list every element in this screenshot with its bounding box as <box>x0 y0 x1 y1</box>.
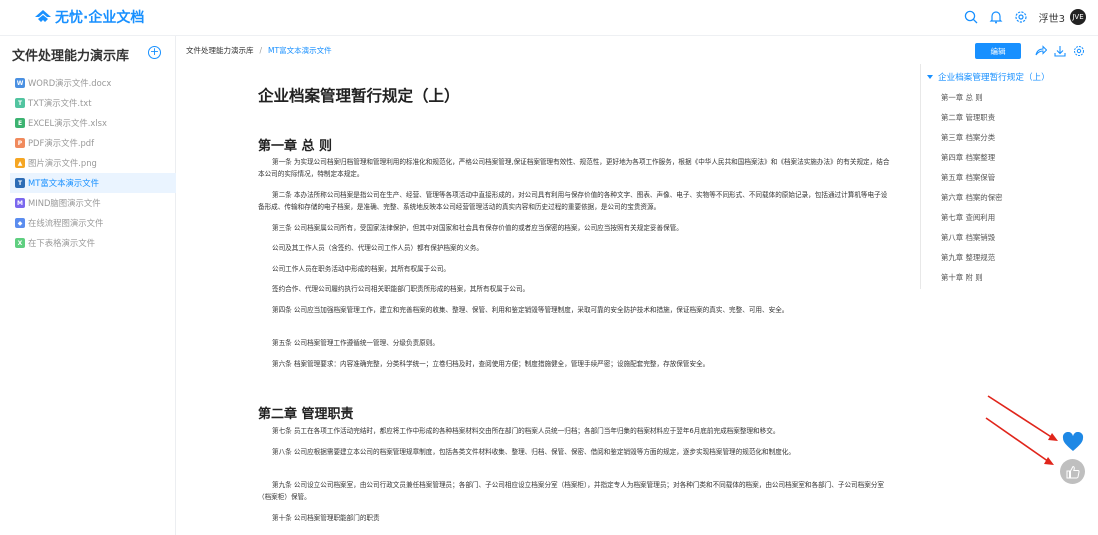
file-type-icon: ◆ <box>15 218 25 228</box>
logo-text: 无忧·企业文档 <box>55 10 145 26</box>
sidebar-file-label: MIND脑图演示文件 <box>28 198 101 208</box>
breadcrumb-separator: / <box>259 46 263 55</box>
toc-title[interactable]: 企业档案管理暂行规定（上） <box>927 71 1050 83</box>
toc-item[interactable]: 第二章 管理职责 <box>941 112 1002 132</box>
document-title: 企业档案管理暂行规定（上） <box>258 87 460 105</box>
annotation-arrows <box>980 392 1060 476</box>
file-type-icon: M <box>15 198 25 208</box>
paragraph: 第一条 为实现公司档案归档管理和管理利用的标准化和规范化，严格公司档案管理,保证… <box>258 158 890 178</box>
paragraph: 第十条 公司档案管理职能部门的职责 <box>272 514 380 522</box>
sidebar: 文件处理能力演示库 + W WORD演示文件.docx T TXT演示文件.txt E E… <box>0 36 176 535</box>
breadcrumb-current: MT富文本演示文件 <box>268 46 332 55</box>
sidebar-file-item[interactable]: T TXT演示文件.txt <box>10 93 176 113</box>
paragraph: 第三条 公司档案属公司所有，受国家法律保护，但其中对国家和社会具有保存价值的或者… <box>272 224 683 232</box>
paragraph: 公司工作人员在职务活动中形成的档案，其所有权属于公司。 <box>272 265 451 273</box>
toc-item[interactable]: 第十章 附 则 <box>941 272 1002 292</box>
file-list: W WORD演示文件.docx T TXT演示文件.txt E EXCEL演示文件.xls… <box>10 73 176 253</box>
top-bar: 无忧·企业文档 浮世3 JVE <box>0 0 1098 36</box>
sidebar-file-label: 图片演示文件.png <box>28 158 97 168</box>
sidebar-file-label: MT富文本演示文件 <box>28 178 99 188</box>
toc-item[interactable]: 第九章 整理规范 <box>941 252 1002 272</box>
bell-icon[interactable] <box>988 9 1004 25</box>
toc-title-text: 企业档案管理暂行规定（上） <box>938 73 1050 83</box>
toc-item[interactable]: 第七章 查阅利用 <box>941 212 1002 232</box>
paragraph: 签约合作、代理公司履约执行公司相关职能部门职责所形成的档案，其所有权属于公司。 <box>272 285 530 293</box>
chapter-heading: 第二章 管理职责 <box>258 407 354 422</box>
toc-item[interactable]: 第一章 总 则 <box>941 92 1002 112</box>
sidebar-file-item[interactable]: P PDF演示文件.pdf <box>10 133 176 153</box>
toc-list: 第一章 总 则第二章 管理职责 第三章 档案分类 第四章 档案整理 第五章 档案保管第… <box>941 92 1002 292</box>
toc-item[interactable]: 第五章 档案保管 <box>941 172 1002 192</box>
sidebar-file-item[interactable]: ◆ 在线流程图演示文件 <box>10 213 176 233</box>
sidebar-file-label: EXCEL演示文件.xlsx <box>28 118 107 128</box>
sidebar-file-item[interactable]: T MT富文本演示文件 <box>10 173 176 193</box>
breadcrumb: 文件处理能力演示库 / MT富文本演示文件 <box>186 45 332 56</box>
logo[interactable]: 无忧·企业文档 <box>34 6 144 28</box>
library-title: 文件处理能力演示库 <box>12 49 130 64</box>
settings-icon[interactable] <box>1013 9 1029 25</box>
file-type-icon: T <box>15 98 25 108</box>
add-file-button[interactable]: + <box>148 46 161 59</box>
sidebar-file-item[interactable]: X 在下表格演示文件 <box>10 233 176 253</box>
heart-icon[interactable] <box>1062 431 1084 452</box>
paragraph: 第五条 公司档案管理工作遵循统一管理、分级负责原则。 <box>272 339 439 347</box>
file-type-icon: E <box>15 118 25 128</box>
paragraph: 第九条 公司设立公司档案室，由公司行政文员兼任档案管理员；各部门、子公司相应设立… <box>258 481 885 501</box>
username[interactable]: 浮世3 <box>1039 10 1065 25</box>
sidebar-file-label: TXT演示文件.txt <box>28 98 92 108</box>
file-type-icon: ▲ <box>15 158 25 168</box>
paragraph: 第八条 公司应根据需要建立本公司的档案管理规章制度，包括各类文件材料收集、整理、… <box>272 448 795 456</box>
sidebar-file-label: WORD演示文件.docx <box>28 78 112 88</box>
paragraph: 第二条 本办法所称公司档案是指公司在生产、经营、管理等各项活动中直接形成的，对公… <box>258 191 888 211</box>
file-type-icon: T <box>15 178 25 188</box>
toc-item[interactable]: 第六章 档案的保密 <box>941 192 1002 212</box>
edit-button[interactable]: 编辑 <box>975 43 1021 59</box>
sidebar-file-item[interactable]: W WORD演示文件.docx <box>10 73 176 93</box>
sidebar-file-item[interactable]: M MIND脑图演示文件 <box>10 193 176 213</box>
caret-down-icon <box>927 75 933 79</box>
sidebar-file-item[interactable]: E EXCEL演示文件.xlsx <box>10 113 176 133</box>
chapter-heading: 第一章 总 则 <box>258 139 333 154</box>
avatar[interactable]: JVE <box>1070 9 1086 25</box>
toc-item[interactable]: 第四章 档案整理 <box>941 152 1002 172</box>
sidebar-file-item[interactable]: ▲ 图片演示文件.png <box>10 153 176 173</box>
search-icon[interactable] <box>963 9 979 25</box>
sidebar-file-label: PDF演示文件.pdf <box>28 138 95 148</box>
paragraph: 公司及其工作人员（含签约、代理公司工作人员）都有保护档案的义务。 <box>272 244 483 252</box>
share-icon[interactable] <box>1035 45 1047 57</box>
file-type-icon: X <box>15 238 25 248</box>
table-of-contents: 企业档案管理暂行规定（上） 第一章 总 则第二章 管理职责 第三章 档案分类 第四章… <box>920 64 1098 289</box>
paragraph: 第四条 公司应当加强档案管理工作，建立和完善档案的收集、整理、保管、利用和鉴定销… <box>272 306 789 314</box>
paragraph: 第七条 员工在各项工作活动完结时，都应将工作中形成的各种档案材料交由所在部门的档… <box>272 427 780 435</box>
thumbs-up-icon[interactable] <box>1060 459 1085 484</box>
file-type-icon: P <box>15 138 25 148</box>
sidebar-file-label: 在下表格演示文件 <box>28 238 95 248</box>
download-icon[interactable] <box>1054 45 1066 57</box>
logo-icon <box>34 9 52 25</box>
toc-item[interactable]: 第八章 档案销毁 <box>941 232 1002 252</box>
file-type-icon: W <box>15 78 25 88</box>
settings-icon[interactable] <box>1073 45 1085 57</box>
breadcrumb-root[interactable]: 文件处理能力演示库 <box>186 45 254 56</box>
paragraph: 第六条 档案管理要求：内容准确完整，分类科学统一；立卷归档及时，查阅使用方便；制… <box>272 360 710 368</box>
sidebar-file-label: 在线流程图演示文件 <box>28 218 104 228</box>
toc-item[interactable]: 第三章 档案分类 <box>941 132 1002 152</box>
